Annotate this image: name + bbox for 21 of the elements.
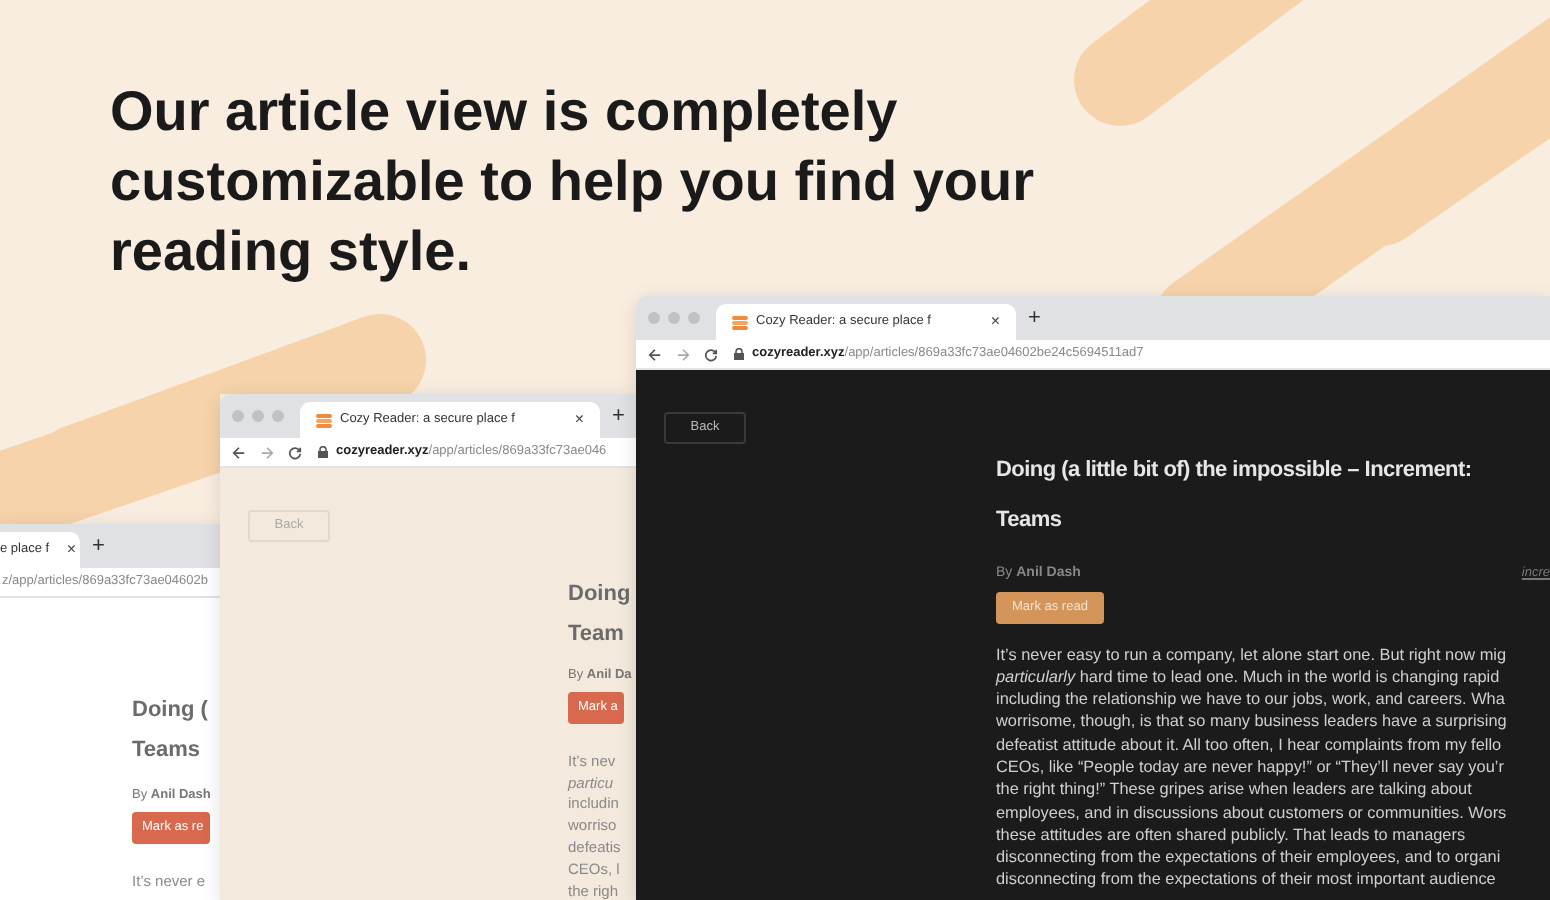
close-icon[interactable]: × [574,412,584,428]
headline: Our article view is completely customizable to help you find your reading style. [110,78,1037,286]
lock-icon [734,348,744,360]
new-tab-button[interactable]: + [92,535,105,557]
close-icon[interactable]: × [990,314,1000,330]
stack-icon [316,413,332,427]
back-arrow-icon[interactable] [232,445,246,459]
lock-icon [318,446,328,458]
new-tab-button[interactable]: + [1028,307,1041,329]
close-icon[interactable]: × [66,542,76,558]
forward-arrow-icon[interactable] [676,347,690,361]
article-title: Doing Team [568,580,631,650]
reload-icon[interactable] [288,445,302,459]
reload-icon[interactable] [704,347,718,361]
back-arrow-icon[interactable] [648,347,662,361]
new-tab-button[interactable]: + [612,405,625,427]
article-title: Doing (a little bit of) the impossible – Increment: Teams [996,456,1472,536]
article-paragraph: It’s never easy to run a company, let alone start one. But right now mig particularly hard time to lead one. Much in the world is changing rapid including the relationship we have to our jobs, work, and careers. Wha worrisome, though, is that so many business leaders have a surprising defeatist attitude about it. All too often, I hear complaints from my fello CEOs, like “People today are never happy!” or “They’ll never say you’r the right thing!” These gripes arise when leaders are talking about employees, and in discussions about customers or communities. Wors these attitudes are often shared publicly. That leads to managers disconnecting from the expectations of their employees, and to organi disconnecting from the expectations of their most important audience [996,643,1507,892]
article-title: Doing ( Teams [132,696,208,766]
stack-icon [732,315,748,329]
forward-arrow-icon[interactable] [260,445,274,459]
